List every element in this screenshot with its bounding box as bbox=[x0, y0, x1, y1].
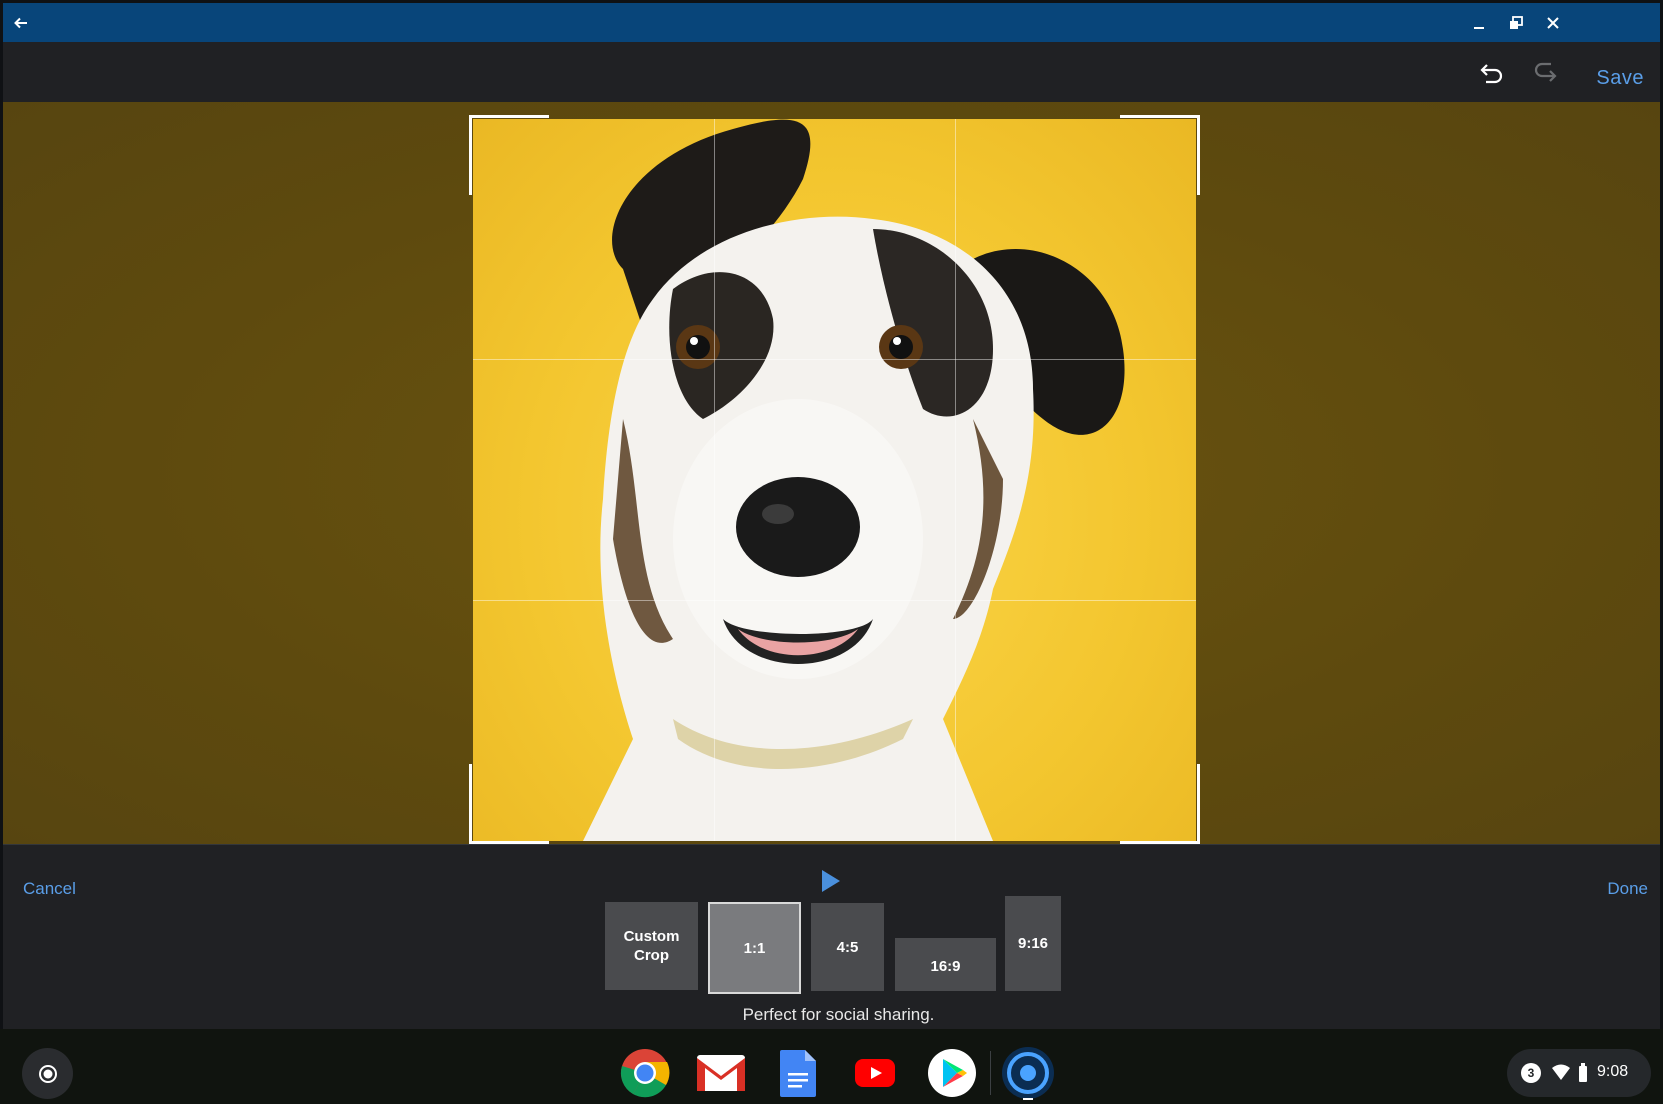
editor-toolbar: Save bbox=[3, 42, 1660, 102]
battery-icon bbox=[1578, 1063, 1588, 1083]
gmail-icon bbox=[696, 1054, 746, 1092]
grid-line bbox=[473, 359, 1196, 360]
crop-handle-top-left[interactable] bbox=[469, 115, 472, 195]
chrome-icon bbox=[620, 1048, 670, 1098]
close-icon bbox=[1546, 16, 1560, 30]
launcher-button[interactable] bbox=[22, 1048, 73, 1099]
grid-line bbox=[473, 600, 1196, 601]
aspect-16-9[interactable]: 16:9 bbox=[895, 938, 996, 991]
play-button[interactable] bbox=[821, 869, 841, 898]
aspect-4-5[interactable]: 4:5 bbox=[811, 903, 884, 991]
minimize-button[interactable] bbox=[1461, 3, 1497, 42]
clock: 9:08 bbox=[1597, 1063, 1628, 1081]
crop-handle-top-left[interactable] bbox=[469, 115, 549, 118]
status-tray[interactable]: 3 9:08 bbox=[1507, 1049, 1651, 1097]
youtube-app[interactable] bbox=[848, 1046, 902, 1100]
crop-stage bbox=[3, 102, 1660, 844]
camera-app[interactable] bbox=[1001, 1046, 1055, 1100]
grid-line bbox=[955, 119, 956, 841]
cancel-button[interactable]: Cancel bbox=[23, 879, 76, 899]
chrome-app[interactable] bbox=[618, 1046, 672, 1100]
arrow-left-icon bbox=[13, 15, 29, 31]
crop-handle-top-right[interactable] bbox=[1120, 115, 1200, 118]
launcher-icon bbox=[38, 1064, 58, 1084]
active-app-indicator bbox=[1023, 1098, 1033, 1100]
dog-illustration bbox=[473, 119, 1196, 841]
done-button[interactable]: Done bbox=[1607, 879, 1648, 899]
play-store-icon bbox=[927, 1048, 977, 1098]
minimize-icon bbox=[1472, 16, 1486, 30]
shelf-divider bbox=[990, 1051, 991, 1095]
aspect-label: 4:5 bbox=[837, 938, 859, 957]
back-button[interactable] bbox=[3, 3, 39, 42]
youtube-icon bbox=[854, 1058, 896, 1088]
close-button[interactable] bbox=[1535, 3, 1571, 42]
save-button[interactable]: Save bbox=[1596, 67, 1644, 90]
aspect-custom-crop[interactable]: Custom Crop bbox=[605, 902, 698, 990]
crop-handle-bottom-right[interactable] bbox=[1197, 764, 1200, 844]
aspect-label: Custom Crop bbox=[620, 927, 684, 965]
aspect-1-1[interactable]: 1:1 bbox=[708, 902, 801, 994]
restore-button[interactable] bbox=[1498, 3, 1534, 42]
docs-icon bbox=[779, 1049, 817, 1097]
aspect-label: 1:1 bbox=[744, 939, 766, 958]
dog-photo[interactable] bbox=[473, 119, 1196, 841]
system-shelf: 3 9:08 bbox=[0, 1029, 1663, 1104]
aspect-9-16[interactable]: 9:16 bbox=[1005, 896, 1061, 991]
title-bar bbox=[3, 3, 1660, 42]
redo-icon bbox=[1532, 62, 1558, 84]
grid-line bbox=[714, 119, 715, 841]
undo-button[interactable] bbox=[1475, 56, 1509, 90]
aspect-label: 16:9 bbox=[930, 957, 960, 976]
redo-button[interactable] bbox=[1528, 56, 1562, 90]
docs-app[interactable] bbox=[771, 1046, 825, 1100]
aspect-hint: Perfect for social sharing. bbox=[3, 1005, 1663, 1025]
crop-handle-top-right[interactable] bbox=[1197, 115, 1200, 195]
crop-controls: Cancel Done Custom Crop 1:1 4:5 16:9 9:1… bbox=[3, 844, 1660, 1032]
play-store-app[interactable] bbox=[925, 1046, 979, 1100]
notification-count-badge: 3 bbox=[1521, 1063, 1541, 1083]
restore-icon bbox=[1509, 16, 1523, 30]
gmail-app[interactable] bbox=[694, 1046, 748, 1100]
wifi-icon bbox=[1551, 1064, 1571, 1082]
app-window: Save bbox=[3, 3, 1660, 1029]
crop-handle-bottom-left[interactable] bbox=[469, 764, 472, 844]
aspect-label: 9:16 bbox=[1018, 934, 1048, 953]
undo-icon bbox=[1479, 62, 1505, 84]
camera-app-icon bbox=[1001, 1046, 1055, 1100]
play-icon bbox=[821, 869, 841, 893]
